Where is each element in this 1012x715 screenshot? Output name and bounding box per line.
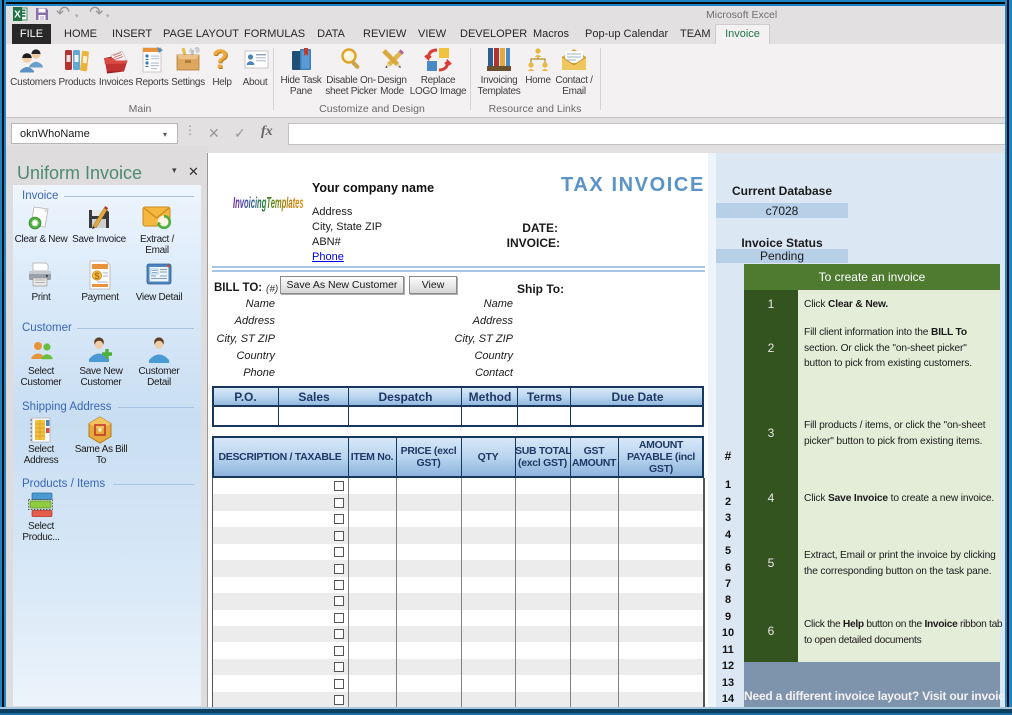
svg-text:X: X (14, 10, 21, 21)
svg-text:$: $ (94, 271, 99, 281)
